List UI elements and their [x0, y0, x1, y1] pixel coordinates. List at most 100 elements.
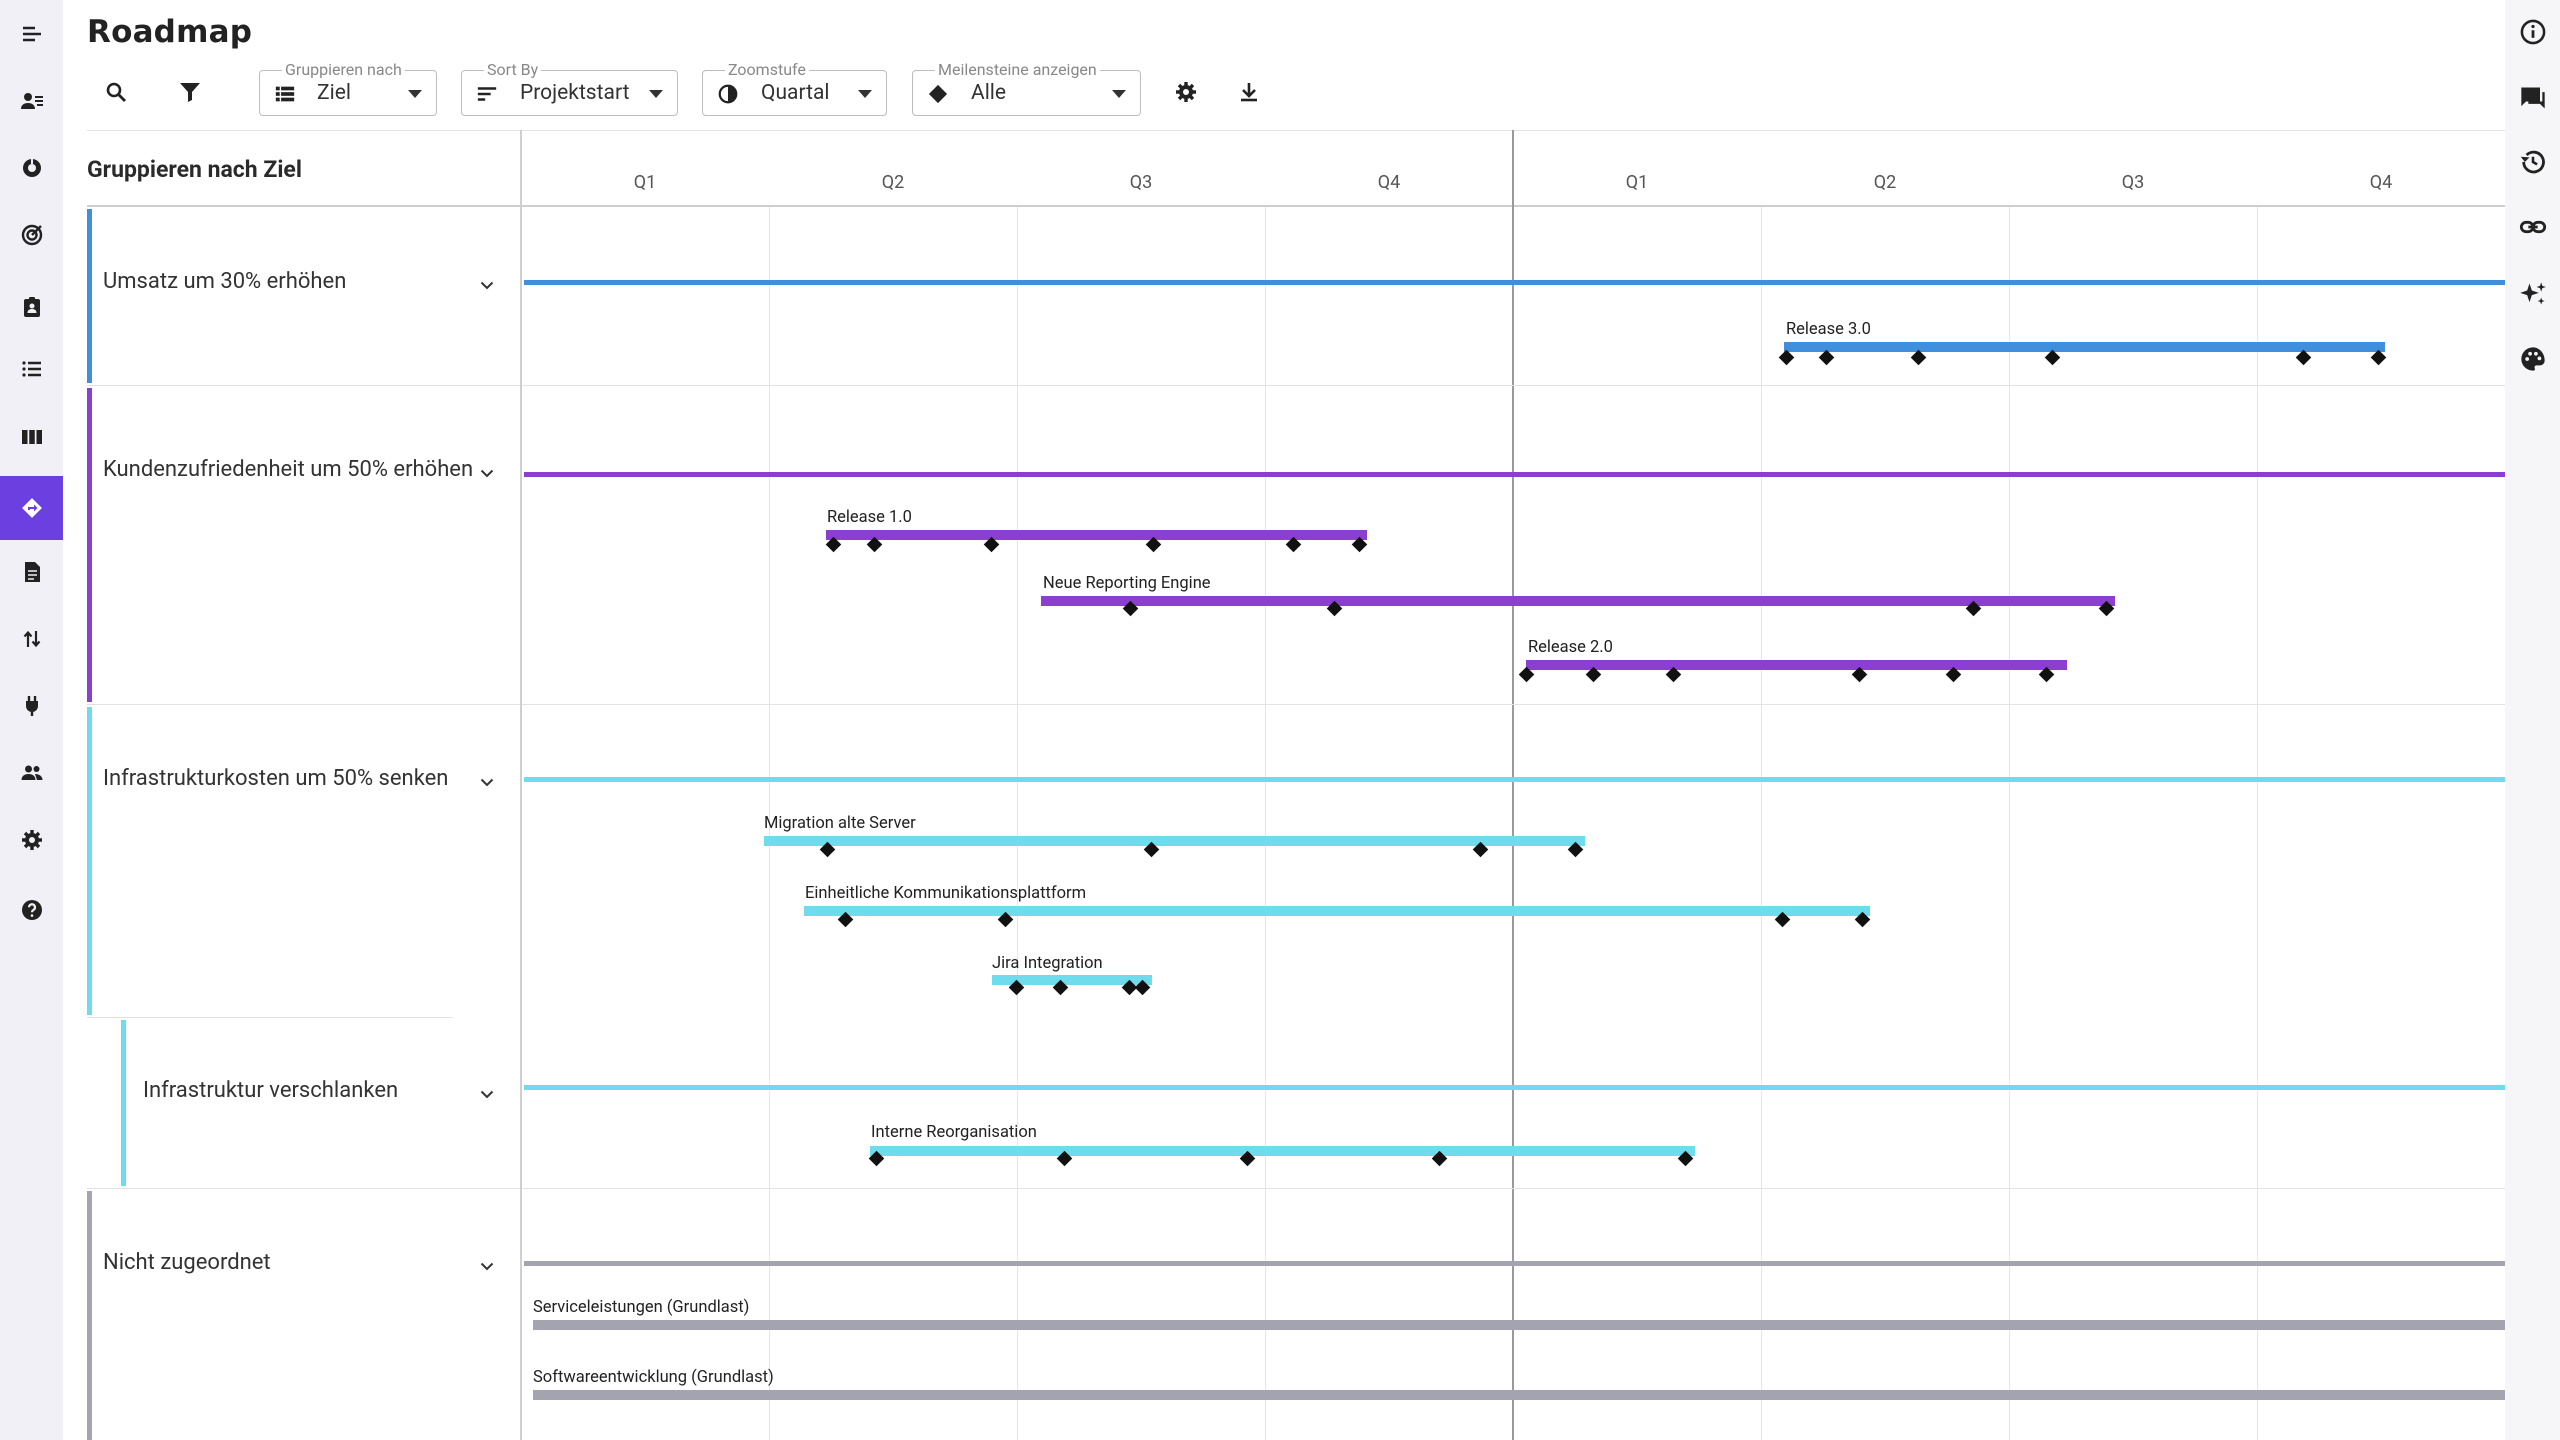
link-icon[interactable] — [2505, 203, 2560, 251]
project-bar[interactable] — [870, 1146, 1695, 1156]
palette-icon[interactable] — [2505, 335, 2560, 383]
chevron-down-icon[interactable] — [480, 1262, 494, 1271]
info-icon[interactable] — [2505, 8, 2560, 56]
contrast-icon — [718, 84, 738, 104]
project-bar[interactable] — [804, 906, 1870, 916]
chevron-down-icon[interactable] — [480, 469, 494, 478]
project-label: Release 1.0 — [827, 508, 912, 527]
subgoal-label[interactable]: Infrastruktur verschlanken — [143, 1078, 398, 1103]
project-label: Jira Integration — [992, 954, 1103, 973]
chart-pie-icon[interactable] — [0, 139, 63, 197]
diamond-icon — [928, 84, 948, 104]
project-label: Interne Reorganisation — [871, 1123, 1037, 1142]
chevron-down-icon[interactable] — [480, 1090, 494, 1099]
zoom-label: Zoomstufe — [725, 60, 809, 79]
project-label: Einheitliche Kommunikationsplattform — [805, 884, 1087, 903]
label-column-divider — [520, 130, 522, 1440]
quarter-label: Q4 — [1377, 172, 1401, 193]
project-bar[interactable] — [826, 530, 1367, 540]
project-label: Release 3.0 — [1786, 320, 1871, 339]
project-bar[interactable] — [533, 1390, 2505, 1400]
sparkle-ai-icon[interactable] — [2505, 270, 2560, 318]
goal-timeline-line — [524, 1085, 2505, 1090]
milestone-diamond[interactable] — [1818, 349, 1835, 366]
gridline — [2257, 207, 2258, 1440]
chevron-down-icon[interactable] — [480, 281, 494, 290]
project-bar[interactable] — [1526, 660, 2067, 670]
row-divider — [87, 1017, 453, 1018]
goal-label[interactable]: Infrastrukturkosten um 50% senken — [103, 766, 448, 791]
page-title: Roadmap — [87, 14, 253, 50]
quarter-label: Q2 — [1873, 172, 1897, 193]
milestone-diamond[interactable] — [1910, 349, 1927, 366]
chevron-down-icon — [408, 90, 422, 98]
gridline — [1017, 207, 1018, 1440]
download-icon[interactable] — [1229, 72, 1269, 112]
milestones-dropdown[interactable]: Meilensteine anzeigen Alle — [912, 60, 1141, 116]
transfer-icon[interactable] — [0, 610, 63, 668]
contacts-icon[interactable] — [0, 72, 63, 130]
sort-by-dropdown[interactable]: Sort By Projektstart — [461, 60, 678, 116]
goal-timeline-line — [524, 280, 2505, 285]
project-label: Neue Reporting Engine — [1043, 574, 1211, 593]
project-bar[interactable] — [533, 1320, 2505, 1330]
row-divider — [87, 704, 2505, 705]
goal-label[interactable]: Umsatz um 30% erhöhen — [103, 269, 346, 294]
goal-color-bar — [87, 209, 92, 383]
group-by-value: Ziel — [317, 81, 351, 105]
left-nav-rail — [0, 0, 63, 1440]
group-by-label: Gruppieren nach — [282, 60, 405, 79]
subgoal-color-bar — [121, 1020, 126, 1186]
comments-icon[interactable] — [2505, 74, 2560, 122]
group-by-dropdown[interactable]: Gruppieren nach Ziel — [259, 60, 437, 116]
gear-icon[interactable] — [1166, 72, 1206, 112]
quarter-label: Q2 — [881, 172, 905, 193]
milestones-value: Alle — [971, 81, 1007, 105]
filter-icon[interactable] — [170, 72, 210, 112]
goal-timeline-line — [524, 777, 2505, 782]
goal-label[interactable]: Nicht zugeordnet — [103, 1250, 271, 1275]
project-bar[interactable] — [764, 836, 1585, 846]
sort-by-value: Projektstart — [520, 81, 630, 105]
menu-icon[interactable] — [0, 6, 63, 64]
milestone-diamond[interactable] — [2044, 349, 2061, 366]
people-icon[interactable] — [0, 744, 63, 802]
zoom-value: Quartal — [761, 81, 830, 105]
toolbar-divider — [87, 130, 2505, 131]
zoom-dropdown[interactable]: Zoomstufe Quartal — [702, 60, 887, 116]
quarter-label: Q1 — [1625, 172, 1649, 193]
history-icon[interactable] — [2505, 138, 2560, 186]
gridline — [1265, 207, 1266, 1440]
milestones-label: Meilensteine anzeigen — [935, 60, 1100, 79]
project-label: Release 2.0 — [1528, 638, 1613, 657]
milestone-diamond[interactable] — [2295, 349, 2312, 366]
table-rows-icon — [275, 86, 295, 102]
document-icon[interactable] — [0, 543, 63, 601]
board-icon[interactable] — [0, 408, 63, 466]
goal-color-bar — [87, 1191, 92, 1440]
project-bar[interactable] — [1784, 342, 2385, 352]
chevron-down-icon — [858, 90, 872, 98]
help-icon[interactable] — [0, 881, 63, 939]
plug-icon[interactable] — [0, 677, 63, 735]
settings-icon[interactable] — [0, 811, 63, 869]
quarter-label: Q1 — [633, 172, 657, 193]
goal-timeline-line — [524, 472, 2505, 477]
project-label: Serviceleistungen (Grundlast) — [533, 1298, 750, 1317]
group-header-title: Gruppieren nach Ziel — [87, 156, 302, 183]
milestone-diamond[interactable] — [2370, 349, 2387, 366]
chevron-down-icon[interactable] — [480, 778, 494, 787]
list-icon[interactable] — [0, 340, 63, 398]
target-icon[interactable] — [0, 206, 63, 264]
year-divider — [1512, 130, 1514, 1440]
chevron-down-icon — [649, 90, 663, 98]
milestone-diamond[interactable] — [1778, 349, 1795, 366]
goal-timeline-line — [524, 1261, 2505, 1266]
goal-color-bar — [87, 707, 92, 1015]
roadmap-nav-icon[interactable] — [0, 476, 63, 540]
goal-label[interactable]: Kundenzufriedenheit um 50% erhöhen — [103, 457, 473, 482]
search-icon[interactable] — [96, 72, 136, 112]
project-bar[interactable] — [1041, 596, 2115, 606]
row-divider — [87, 1188, 2505, 1189]
clipboard-user-icon[interactable] — [0, 278, 63, 336]
